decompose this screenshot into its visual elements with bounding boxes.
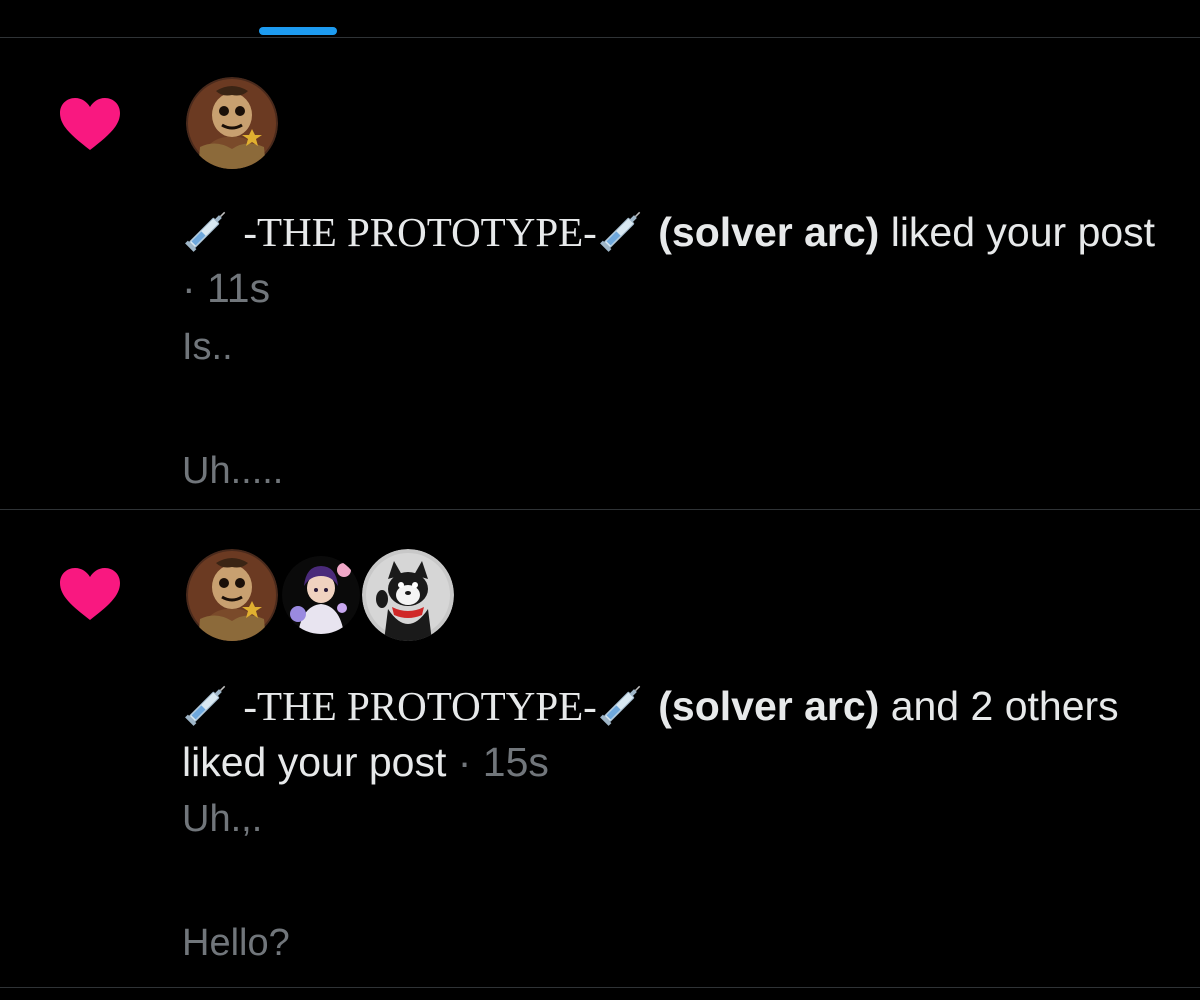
handle-note[interactable]: (solver arc) xyxy=(658,683,879,729)
top-bar xyxy=(0,0,1200,38)
syringe-icon xyxy=(185,211,226,252)
avatar[interactable] xyxy=(186,549,278,641)
heart-icon xyxy=(60,568,120,620)
post-preview-line: Is.. xyxy=(182,326,233,368)
notification-item[interactable]: -THE PROTOTYPE- (solver arc) and 2 other… xyxy=(0,510,1200,988)
separator: · xyxy=(446,739,483,785)
notification-text: -THE PROTOTYPE- (solver arc) and 2 other… xyxy=(182,678,1172,790)
display-name[interactable]: -THE PROTOTYPE- xyxy=(243,683,596,729)
avatar-row xyxy=(186,76,278,170)
notification-item[interactable]: -THE PROTOTYPE- (solver arc) liked your … xyxy=(0,38,1200,510)
active-tab-indicator xyxy=(259,27,337,35)
avatar[interactable] xyxy=(362,549,454,641)
post-preview-line: Uh..... xyxy=(182,450,284,492)
avatar-row xyxy=(186,548,454,642)
action-text: liked your post xyxy=(879,209,1156,255)
syringe-icon xyxy=(185,685,226,726)
avatar[interactable] xyxy=(186,77,278,169)
timestamp: 15s xyxy=(482,739,549,785)
heart-icon xyxy=(60,98,120,150)
syringe-icon xyxy=(599,211,641,252)
display-name[interactable]: -THE PROTOTYPE- xyxy=(243,209,596,255)
handle-note[interactable]: (solver arc) xyxy=(658,209,879,255)
separator: · xyxy=(182,265,208,311)
post-preview-line: Hello? xyxy=(182,922,290,964)
syringe-icon xyxy=(599,685,641,726)
avatar[interactable] xyxy=(282,556,360,634)
post-preview-line: Uh.,. xyxy=(182,798,263,840)
timestamp: 11s xyxy=(207,265,271,311)
notification-text: -THE PROTOTYPE- (solver arc) liked your … xyxy=(182,204,1172,316)
